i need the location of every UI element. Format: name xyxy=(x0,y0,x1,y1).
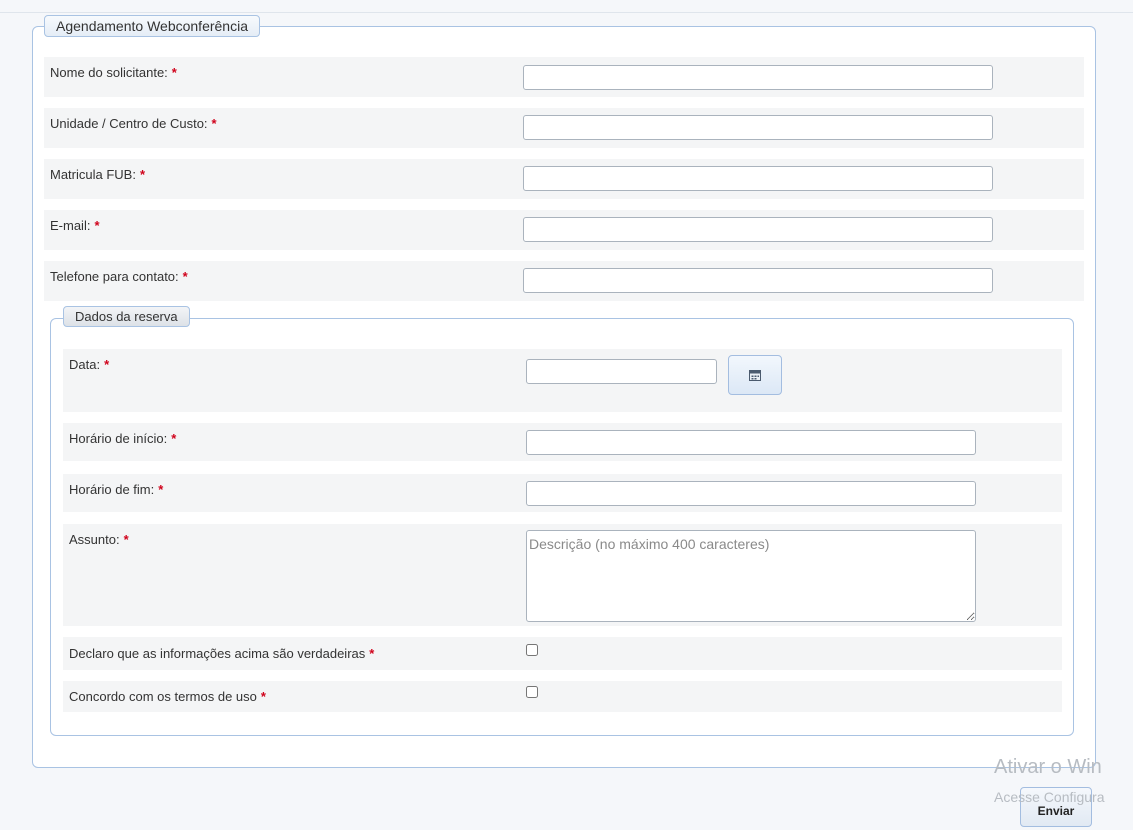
field-label-data: Data: * xyxy=(69,357,110,372)
form-row-declaro: Declaro que as informações acima são ver… xyxy=(63,637,1062,670)
field-label-termos: Concordo com os termos de uso * xyxy=(69,689,266,704)
activation-watermark-title: Ativar o Win xyxy=(994,756,1102,778)
activation-watermark-subtitle: Acesse Configura xyxy=(994,789,1105,805)
field-label-inicio: Horário de início: * xyxy=(69,431,177,446)
required-marker: * xyxy=(260,689,266,704)
required-marker: * xyxy=(158,482,164,497)
required-marker: * xyxy=(211,116,217,131)
required-marker: * xyxy=(123,532,129,547)
fim-input[interactable] xyxy=(526,481,976,506)
data-input[interactable] xyxy=(526,359,717,384)
field-label-nome: Nome do solicitante: * xyxy=(50,65,177,80)
termos-checkbox[interactable] xyxy=(526,686,538,698)
top-divider xyxy=(0,12,1133,13)
field-label-matricula: Matricula FUB: * xyxy=(50,167,146,182)
required-marker: * xyxy=(369,646,375,661)
declaro-checkbox[interactable] xyxy=(526,644,538,656)
calendar-button[interactable] xyxy=(728,355,782,395)
required-marker: * xyxy=(94,218,100,233)
matricula-input[interactable] xyxy=(523,166,993,191)
required-marker: * xyxy=(171,65,177,80)
required-marker: * xyxy=(182,269,188,284)
field-label-unidade: Unidade / Centro de Custo: * xyxy=(50,116,217,131)
required-marker: * xyxy=(139,167,146,182)
nome-input[interactable] xyxy=(523,65,993,90)
calendar-icon xyxy=(749,370,761,381)
field-label-fim: Horário de fim: * xyxy=(69,482,164,497)
form-legend: Agendamento Webconferência xyxy=(44,15,260,37)
form-row-termos: Concordo com os termos de uso * xyxy=(63,681,1062,712)
field-label-telefone: Telefone para contato: * xyxy=(50,269,188,284)
field-label-email: E-mail: * xyxy=(50,218,100,233)
telefone-input[interactable] xyxy=(523,268,993,293)
email-input[interactable] xyxy=(523,217,993,242)
required-marker: * xyxy=(171,431,177,446)
field-label-declaro: Declaro que as informações acima são ver… xyxy=(69,646,375,661)
unidade-input[interactable] xyxy=(523,115,993,140)
field-label-assunto: Assunto: * xyxy=(69,532,129,547)
required-marker: * xyxy=(104,357,110,372)
assunto-textarea[interactable] xyxy=(526,530,976,622)
inicio-input[interactable] xyxy=(526,430,976,455)
reserva-legend: Dados da reserva xyxy=(63,306,190,327)
